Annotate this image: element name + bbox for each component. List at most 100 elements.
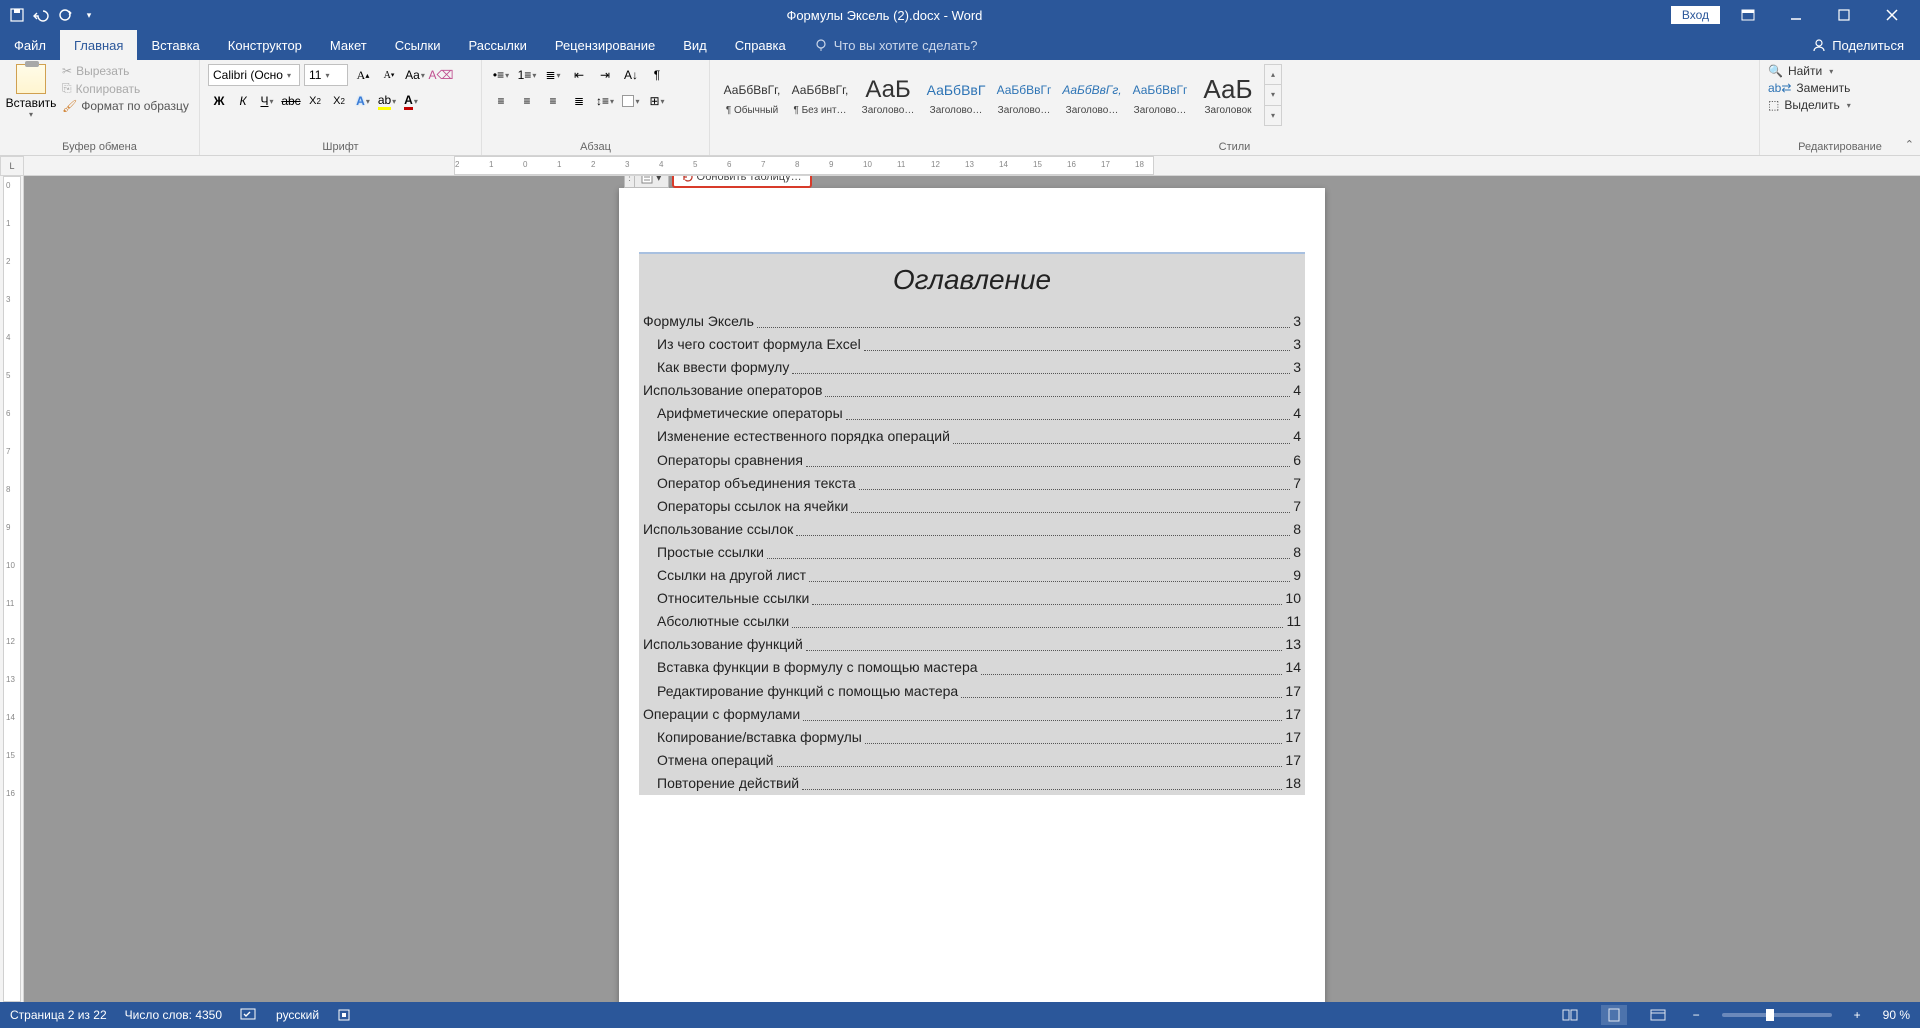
toc-entry[interactable]: Оператор объединения текста7 [639, 472, 1305, 495]
show-marks-button[interactable]: ¶ [646, 64, 668, 86]
find-button[interactable]: 🔍Найти▾ [1768, 64, 1912, 78]
toc-entry[interactable]: Абсолютные ссылки11 [639, 610, 1305, 633]
minimize-icon[interactable] [1776, 0, 1816, 30]
copy-button[interactable]: ⎘Копировать [62, 81, 189, 96]
zoom-out-button[interactable]: − [1689, 1008, 1704, 1022]
tell-me-input[interactable]: Что вы хотите сделать? [800, 30, 992, 60]
borders-button[interactable]: ⊞▾ [646, 90, 668, 112]
toc-entry[interactable]: Операторы сравнения 6 [639, 449, 1305, 472]
style-item-4[interactable]: АаБбВвГгЗаголово… [990, 64, 1058, 126]
toc-entry[interactable]: Копирование/вставка формулы 17 [639, 726, 1305, 749]
qat-customize-icon[interactable]: ▾ [80, 6, 98, 24]
tab-главная[interactable]: Главная [60, 30, 137, 60]
toc-entry[interactable]: Отмена операций17 [639, 749, 1305, 772]
select-button[interactable]: ⬚Выделить▾ [1768, 98, 1912, 112]
align-left-button[interactable]: ≡ [490, 90, 512, 112]
toc-entry[interactable]: Изменение естественного порядка операций… [639, 425, 1305, 448]
tab-вид[interactable]: Вид [669, 30, 721, 60]
toc-entry[interactable]: Из чего состоит формула Excel3 [639, 333, 1305, 356]
styles-gallery-scroll[interactable]: ▴▾▾ [1264, 64, 1282, 126]
justify-button[interactable]: ≣ [568, 90, 590, 112]
style-item-2[interactable]: АаБЗаголово… [854, 64, 922, 126]
italic-button[interactable]: К [232, 90, 254, 112]
document-area[interactable]: ⋮ ▾ Обновить таблицу… Оглавление Формулы… [24, 176, 1920, 1002]
undo-icon[interactable] [32, 6, 50, 24]
toc-entry[interactable]: Относительные ссылки 10 [639, 587, 1305, 610]
highlight-button[interactable]: ab▾ [376, 90, 398, 112]
gallery-down-icon[interactable]: ▾ [1265, 85, 1281, 105]
replace-button[interactable]: ab⇄Заменить [1768, 81, 1912, 95]
zoom-in-button[interactable]: + [1850, 1008, 1865, 1022]
text-effects-button[interactable]: A▾ [352, 90, 374, 112]
toc-container[interactable]: Оглавление Формулы Эксель 3Из чего состо… [639, 252, 1305, 795]
format-painter-button[interactable]: 🖌Формат по образцу [62, 99, 189, 113]
toc-entry[interactable]: Простые ссылки8 [639, 541, 1305, 564]
line-spacing-button[interactable]: ↕≡▾ [594, 90, 616, 112]
toc-entry[interactable]: Как ввести формулу 3 [639, 356, 1305, 379]
gallery-more-icon[interactable]: ▾ [1265, 106, 1281, 125]
toc-entry[interactable]: Операции с формулами17 [639, 703, 1305, 726]
clear-formatting-button[interactable]: A⌫ [430, 64, 452, 86]
macro-icon[interactable] [337, 1008, 351, 1022]
display-options-icon[interactable] [1728, 0, 1768, 30]
toc-options-button[interactable]: ▾ [634, 176, 669, 188]
toc-entry[interactable]: Использование ссылок 8 [639, 518, 1305, 541]
align-center-button[interactable]: ≡ [516, 90, 538, 112]
style-item-5[interactable]: АаБбВвГг,Заголово… [1058, 64, 1126, 126]
status-page[interactable]: Страница 2 из 22 [10, 1008, 107, 1022]
toc-entry[interactable]: Редактирование функций с помощью мастера… [639, 680, 1305, 703]
toc-entry[interactable]: Повторение действий 18 [639, 772, 1305, 795]
tab-справка[interactable]: Справка [721, 30, 800, 60]
status-language[interactable]: русский [276, 1008, 319, 1022]
align-right-button[interactable]: ≡ [542, 90, 564, 112]
tab-вставка[interactable]: Вставка [137, 30, 213, 60]
cut-button[interactable]: ✂Вырезать [62, 64, 189, 78]
print-layout-icon[interactable] [1601, 1005, 1627, 1025]
font-name-combo[interactable]: Calibri (Осно▾ [208, 64, 300, 86]
font-color-button[interactable]: A▾ [400, 90, 422, 112]
zoom-level[interactable]: 90 % [1883, 1008, 1910, 1022]
bullets-button[interactable]: •≡▾ [490, 64, 512, 86]
toc-entry[interactable]: Использование операторов 4 [639, 379, 1305, 402]
subscript-button[interactable]: X2 [304, 90, 326, 112]
vertical-ruler[interactable]: 012345678910111213141516 [0, 176, 24, 1002]
redo-icon[interactable] [56, 6, 74, 24]
collapse-ribbon-icon[interactable]: ⌃ [1905, 138, 1914, 151]
tab-макет[interactable]: Макет [316, 30, 381, 60]
toc-drag-handle-icon[interactable]: ⋮ [624, 176, 634, 188]
increase-indent-button[interactable]: ⇥ [594, 64, 616, 86]
toc-entry[interactable]: Операторы ссылок на ячейки7 [639, 495, 1305, 518]
shading-button[interactable]: ▾ [620, 90, 642, 112]
gallery-up-icon[interactable]: ▴ [1265, 65, 1281, 85]
zoom-slider-thumb[interactable] [1766, 1009, 1774, 1021]
tab-файл[interactable]: Файл [0, 30, 60, 60]
bold-button[interactable]: Ж [208, 90, 230, 112]
underline-button[interactable]: Ч▾ [256, 90, 278, 112]
horizontal-ruler[interactable]: 210123456789101112131415161718 [24, 156, 1920, 176]
tab-рецензирование[interactable]: Рецензирование [541, 30, 669, 60]
toc-update-button[interactable]: Обновить таблицу… [672, 176, 812, 188]
style-item-3[interactable]: АаБбВвГЗаголово… [922, 64, 990, 126]
style-item-6[interactable]: АаБбВвГгЗаголово… [1126, 64, 1194, 126]
numbering-button[interactable]: 1≡▾ [516, 64, 538, 86]
tab-рассылки[interactable]: Рассылки [454, 30, 540, 60]
save-icon[interactable] [8, 6, 26, 24]
status-words[interactable]: Число слов: 4350 [125, 1008, 222, 1022]
grow-font-button[interactable]: A▴ [352, 64, 374, 86]
toc-entry[interactable]: Арифметические операторы4 [639, 402, 1305, 425]
toc-entry[interactable]: Ссылки на другой лист9 [639, 564, 1305, 587]
maximize-icon[interactable] [1824, 0, 1864, 30]
tab-ссылки[interactable]: Ссылки [381, 30, 455, 60]
superscript-button[interactable]: X2 [328, 90, 350, 112]
tab-конструктор[interactable]: Конструктор [214, 30, 316, 60]
toc-entry[interactable]: Использование функций 13 [639, 633, 1305, 656]
change-case-button[interactable]: Aa▾ [404, 64, 426, 86]
style-item-7[interactable]: АаБЗаголовок [1194, 64, 1262, 126]
strikethrough-button[interactable]: abc [280, 90, 302, 112]
web-layout-icon[interactable] [1645, 1005, 1671, 1025]
toc-entry[interactable]: Вставка функции в формулу с помощью маст… [639, 656, 1305, 679]
read-mode-icon[interactable] [1557, 1005, 1583, 1025]
sort-button[interactable]: A↓ [620, 64, 642, 86]
style-item-1[interactable]: АаБбВвГг,¶ Без инт… [786, 64, 854, 126]
zoom-slider[interactable] [1722, 1013, 1832, 1017]
